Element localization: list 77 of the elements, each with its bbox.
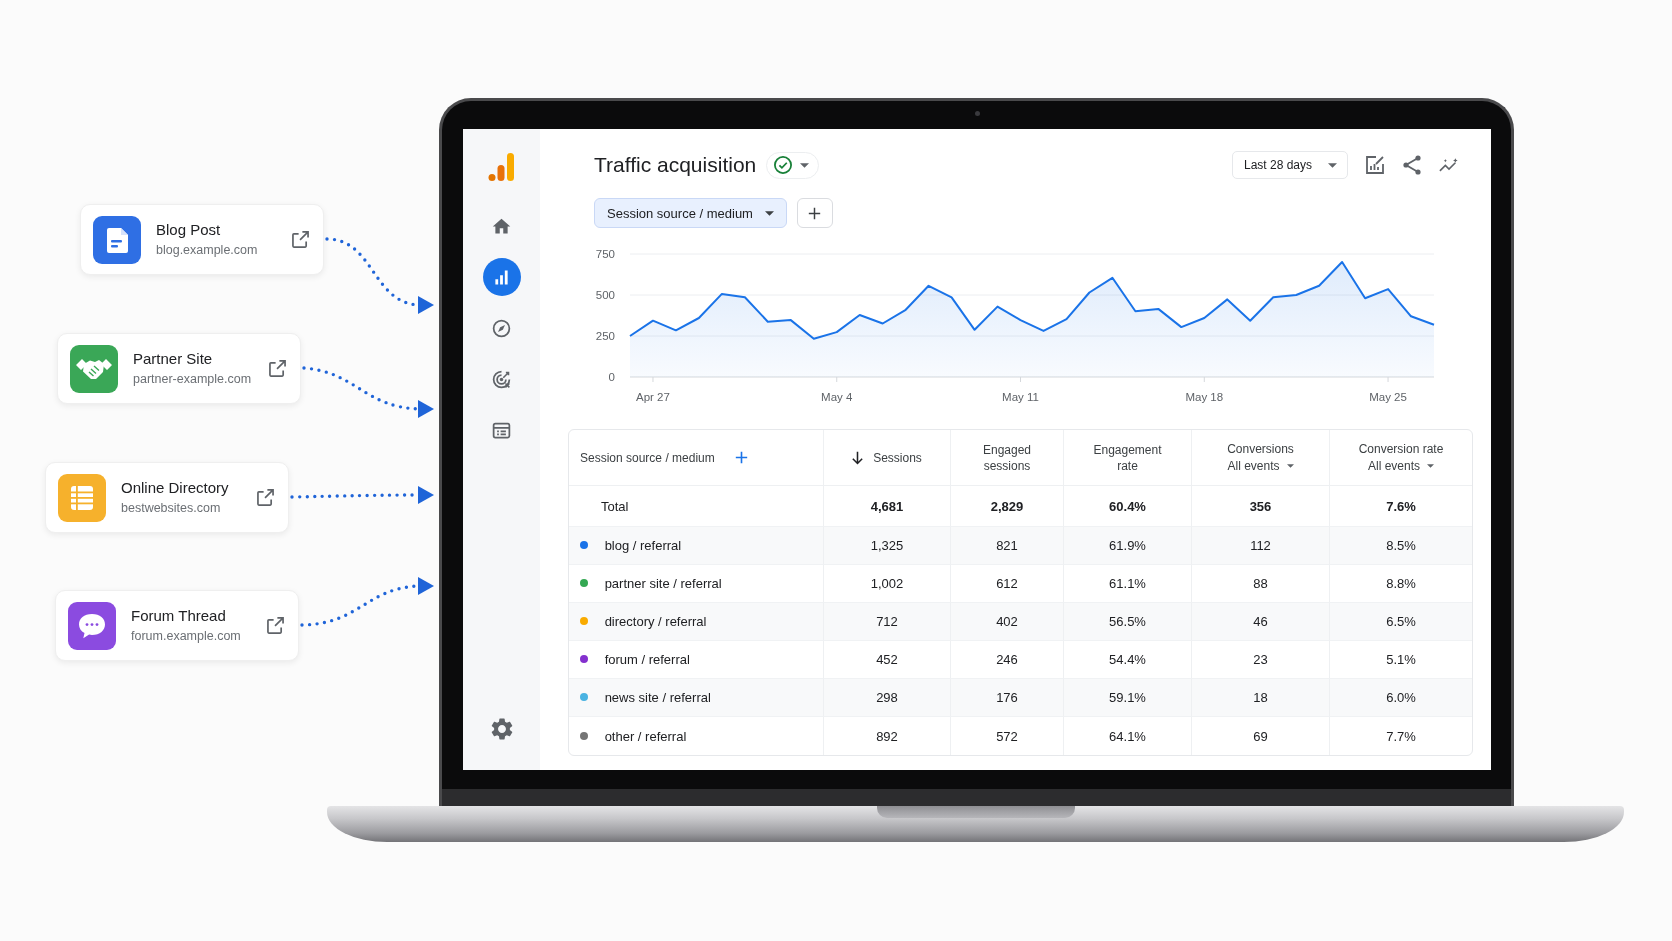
axis-label: May 11 bbox=[1002, 391, 1039, 403]
table-cell: 176 bbox=[951, 679, 1064, 717]
external-link-icon[interactable] bbox=[269, 360, 286, 377]
table-cell: 1,325 bbox=[824, 527, 951, 565]
camera-icon bbox=[974, 111, 980, 116]
axis-label: May 25 bbox=[1369, 391, 1407, 403]
row-label: partner site / referral bbox=[604, 576, 722, 591]
target-icon bbox=[491, 368, 512, 390]
column-header[interactable]: Engaged sessions bbox=[963, 441, 1051, 474]
table-cell-text: 7.7% bbox=[1385, 727, 1417, 746]
source-url: blog.example.com bbox=[156, 242, 258, 259]
table-cell: 821 bbox=[951, 527, 1064, 565]
external-link-icon[interactable] bbox=[292, 231, 309, 248]
table-cell: 712 bbox=[824, 603, 951, 641]
table-cell: 59.1% bbox=[1064, 679, 1192, 717]
external-link-icon[interactable] bbox=[257, 489, 274, 506]
compass-icon bbox=[491, 317, 512, 339]
caret-icon bbox=[764, 210, 774, 216]
axis-label: Apr 27 bbox=[636, 391, 670, 403]
source-title: Blog Post bbox=[156, 220, 221, 239]
row-label: forum / referral bbox=[604, 652, 690, 667]
row-label: Total bbox=[601, 498, 629, 514]
source-url: bestwebsites.com bbox=[121, 500, 221, 517]
column-header[interactable]: Session source / medium bbox=[580, 450, 715, 465]
axis-label: May 4 bbox=[821, 391, 853, 403]
column-header[interactable]: Engagement rate bbox=[1083, 441, 1172, 474]
table-cell: 64.1% bbox=[1064, 717, 1192, 755]
source-title: Partner Site bbox=[133, 349, 213, 368]
table-cell: 402 bbox=[951, 603, 1064, 641]
page-title: Traffic acquisition bbox=[594, 152, 757, 178]
table-cell: 61.9% bbox=[1064, 527, 1192, 565]
table-cell: 298 bbox=[824, 679, 951, 717]
caret-icon bbox=[1328, 162, 1337, 168]
check-circle-icon bbox=[774, 156, 793, 174]
table-cell: 572 bbox=[951, 717, 1064, 755]
arrow-down-icon[interactable] bbox=[852, 450, 864, 465]
table-cell: 69 bbox=[1192, 717, 1330, 755]
plus-icon bbox=[808, 206, 822, 220]
source-title: Online Directory bbox=[121, 478, 229, 497]
table-cell: 18 bbox=[1192, 679, 1330, 717]
column-header[interactable]: Sessions bbox=[873, 449, 922, 466]
share-icon[interactable] bbox=[1402, 155, 1422, 175]
caret-icon bbox=[1427, 464, 1434, 468]
nav-button[interactable] bbox=[482, 258, 521, 296]
column-header[interactable]: Conversions bbox=[1227, 441, 1294, 457]
axis-label: 250 bbox=[595, 330, 615, 342]
chart-edit-icon[interactable] bbox=[1365, 155, 1385, 175]
metric-dropdown[interactable]: All events bbox=[1368, 458, 1434, 474]
axis-label: 500 bbox=[595, 289, 615, 301]
table-cell: 8.5% bbox=[1330, 527, 1472, 565]
source-url: partner-example.com bbox=[133, 371, 252, 388]
date-range-dropdown[interactable]: Last 28 days bbox=[1231, 151, 1348, 179]
table-cell: 56.5% bbox=[1064, 603, 1192, 641]
caret-icon bbox=[1286, 464, 1294, 468]
axis-label: 0 bbox=[608, 371, 615, 383]
settings-icon[interactable] bbox=[490, 718, 513, 740]
metric-dropdown[interactable]: All events bbox=[1227, 458, 1294, 474]
axis-label: May 18 bbox=[1185, 391, 1224, 403]
column-header[interactable]: Conversion rate bbox=[1358, 441, 1444, 457]
axis-label: 750 bbox=[595, 248, 615, 260]
row-label: directory / referral bbox=[604, 614, 707, 629]
table-cell: 6.5% bbox=[1330, 603, 1472, 641]
caret-icon bbox=[800, 162, 810, 168]
external-link-icon[interactable] bbox=[267, 617, 284, 634]
logo-icon bbox=[486, 152, 517, 182]
row-label: blog / referral bbox=[604, 538, 682, 553]
plus-icon[interactable] bbox=[734, 451, 748, 464]
row-label: other / referral bbox=[604, 728, 687, 744]
dimension-dropdown[interactable]: Session source / medium bbox=[594, 198, 787, 228]
table-cell: 892 bbox=[824, 717, 951, 755]
source-url: forum.example.com bbox=[131, 628, 241, 645]
status-dropdown[interactable] bbox=[766, 151, 820, 179]
table-cell: 46 bbox=[1192, 603, 1330, 641]
source-title: Forum Thread bbox=[131, 606, 226, 625]
row-label: news site / referral bbox=[604, 690, 711, 705]
table-cell: 6.0% bbox=[1330, 679, 1472, 717]
table-cell: 112 bbox=[1192, 527, 1330, 565]
